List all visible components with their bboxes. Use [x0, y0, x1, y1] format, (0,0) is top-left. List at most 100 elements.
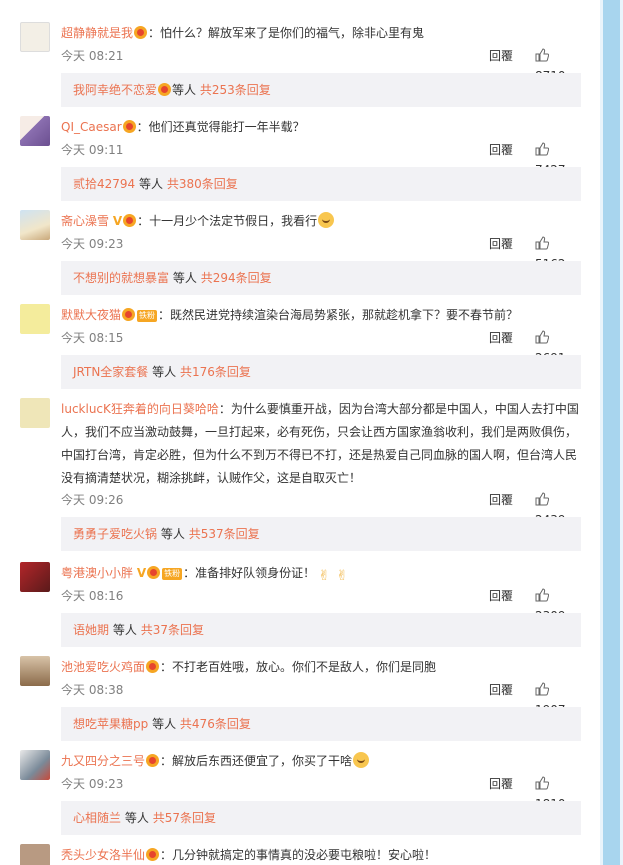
fan-badge: 铁粉 [137, 310, 158, 322]
reply-button[interactable]: 回覆 [489, 328, 513, 348]
victory-hand-icon: ✌ [318, 568, 331, 584]
comment-meta: 今天 08:16 回覆 2309 [61, 586, 581, 623]
reply-summary[interactable]: 语她期 等人 共37条回复 [61, 613, 581, 647]
comment-time: 今天 08:15 [61, 331, 124, 345]
comment-meta: 今天 09:26 回覆 2439 [61, 490, 581, 527]
comment-meta: 今天 09:23 回覆 5162 [61, 234, 581, 271]
more-replies-link[interactable]: 共57条回复 [153, 811, 216, 825]
reply-button[interactable]: 回覆 [489, 140, 513, 160]
comment-text: ：几分钟就搞定的事情真的没必要屯粮啦！安心啦！ [160, 848, 437, 862]
thumbs-up-icon [535, 48, 549, 62]
comment-text: ：怕什么？解放军来了是你们的福气，除非心里有鬼 [148, 26, 425, 40]
reply-summary[interactable]: 不想别的就想暴富 等人 共294条回复 [61, 261, 581, 295]
victory-hand-icon: ✌ [336, 568, 349, 584]
avatar[interactable] [20, 116, 50, 146]
thumbs-up-icon [535, 236, 549, 250]
member-badge-icon [146, 754, 160, 767]
comment-text: 中国打台湾，肯定必胜，但为什么不到万不得已不打，还是热爱自己同血脉的国人啊，但台… [61, 448, 578, 462]
comment-text: 没有摘清楚状况，糊涂挑衅，认贼作父，这是自取灭亡！ [61, 471, 362, 485]
comment-text: ：他们还真觉得能打一年半载？ [136, 120, 305, 134]
reply-button[interactable]: 回覆 [489, 586, 513, 606]
comment-time: 今天 09:23 [61, 777, 124, 791]
comment-time: 今天 09:26 [61, 493, 124, 507]
reply-username[interactable]: 心相随兰 [73, 811, 121, 825]
comment-time: 今天 09:11 [61, 143, 124, 157]
reply-button[interactable]: 回覆 [489, 774, 513, 794]
comment-time: 今天 08:21 [61, 49, 124, 63]
thumbs-up-icon [535, 682, 549, 696]
avatar[interactable] [20, 210, 50, 240]
reply-summary[interactable]: 想吃苹果糖pp 等人 共476条回复 [61, 707, 581, 741]
comment-time: 今天 08:16 [61, 589, 124, 603]
reply-summary[interactable]: 我阿幸绝不恋爱 等人 共253条回复 [61, 73, 581, 107]
member-badge-icon [158, 83, 172, 96]
more-replies-link[interactable]: 共380条回复 [167, 177, 238, 191]
comment-meta: 今天 08:21 回覆 8710 [61, 46, 581, 83]
reply-summary[interactable]: 心相随兰 等人 共57条回复 [61, 801, 581, 835]
reply-username[interactable]: 贰拾42794 [73, 177, 135, 191]
scrollbar-thumb[interactable] [603, 0, 620, 865]
reply-username[interactable]: JRTN全家套餐 [73, 365, 148, 379]
more-replies-link[interactable]: 共294条回复 [201, 271, 272, 285]
comment-text: ：既然民进党持续渲染台海局势紧张，那就趁机拿下？要不春节前？ [158, 308, 519, 322]
reply-button[interactable]: 回覆 [489, 234, 513, 254]
comment-username[interactable]: 秃头少女洛半仙 [61, 848, 145, 862]
smile-emoji-icon [318, 212, 335, 228]
reply-summary[interactable]: JRTN全家套餐 等人 共176条回复 [61, 355, 581, 389]
avatar[interactable] [20, 844, 50, 865]
thumbs-up-icon [535, 492, 549, 506]
comment-text: ：准备排好队领身份证！ [183, 566, 316, 580]
member-badge-icon [146, 848, 160, 861]
thumbs-up-icon [535, 776, 549, 790]
thumbs-up-icon [535, 588, 549, 602]
more-replies-link[interactable]: 共537条回复 [189, 527, 260, 541]
member-badge-icon [146, 660, 160, 673]
reply-button[interactable]: 回覆 [489, 490, 513, 510]
comment-username[interactable]: 粤港澳小小胖 [61, 566, 133, 580]
comment-meta: 今天 09:11 回覆 7427 [61, 140, 581, 177]
reply-username[interactable]: 我阿幸绝不恋爱 [73, 83, 157, 97]
comment-meta: 今天 08:15 回覆 2691 [61, 328, 581, 365]
comment-text: 人，我们不应当激动鼓舞，一旦打起来，必有死伤，只会让西方国家渔翁收利，我们是两败… [61, 425, 578, 439]
comment-username[interactable]: 默默大夜猫 [61, 308, 121, 322]
smile-emoji-icon [353, 752, 370, 768]
more-replies-link[interactable]: 共253条回复 [200, 83, 271, 97]
comment-text: ：解放后东西还便宜了，你买了干啥 [160, 754, 353, 768]
more-replies-link[interactable]: 共176条回复 [180, 365, 251, 379]
reply-summary[interactable]: 勇勇子爱吃火锅 等人 共537条回复 [61, 517, 581, 551]
thumbs-up-icon [535, 142, 549, 156]
reply-summary[interactable]: 贰拾42794 等人 共380条回复 [61, 167, 581, 201]
scrollbar[interactable] [600, 0, 623, 865]
member-badge-icon [147, 566, 161, 579]
comment-username[interactable]: 斋心澡雪 [61, 214, 109, 228]
comment-text: ：不打老百姓哦，放心。你们不是敌人，你们是同胞 [160, 660, 437, 674]
comment-text: ：为什么要慎重开战，因为台湾大部分都是中国人，中国人去打中国 [218, 402, 579, 416]
reply-button[interactable]: 回覆 [489, 46, 513, 66]
member-badge-icon [134, 26, 148, 39]
member-badge-icon [123, 214, 137, 227]
comment-feed: 超静静就是我 ：怕什么？解放军来了是你们的福气，除非心里有鬼 今天 08:21 回… [0, 0, 600, 865]
comment-username[interactable]: QI_Caesar [61, 120, 122, 134]
comment-username[interactable]: lucklucK狂奔着的向日葵哈哈 [61, 402, 219, 416]
avatar[interactable] [20, 562, 50, 592]
avatar[interactable] [20, 22, 50, 52]
avatar[interactable] [20, 656, 50, 686]
comment-username[interactable]: 超静静就是我 [61, 26, 133, 40]
comment-text: ：十一月少个法定节假日，我看行 [137, 214, 318, 228]
reply-username[interactable]: 不想别的就想暴富 [73, 271, 169, 285]
comment-time: 今天 08:38 [61, 683, 124, 697]
member-badge-icon [122, 120, 136, 133]
comment-username[interactable]: 九又四分之三号 [61, 754, 145, 768]
comment-username[interactable]: 池池爱吃火鸡面 [61, 660, 145, 674]
reply-username[interactable]: 想吃苹果糖pp [73, 717, 148, 731]
more-replies-link[interactable]: 共476条回复 [180, 717, 251, 731]
reply-button[interactable]: 回覆 [489, 680, 513, 700]
reply-username[interactable]: 勇勇子爱吃火锅 [73, 527, 157, 541]
avatar[interactable] [20, 398, 50, 428]
avatar[interactable] [20, 304, 50, 334]
reply-username[interactable]: 语她期 [73, 623, 109, 637]
more-replies-link[interactable]: 共37条回复 [141, 623, 204, 637]
fan-badge: 铁粉 [162, 568, 183, 580]
comment-time: 今天 09:23 [61, 237, 124, 251]
avatar[interactable] [20, 750, 50, 780]
